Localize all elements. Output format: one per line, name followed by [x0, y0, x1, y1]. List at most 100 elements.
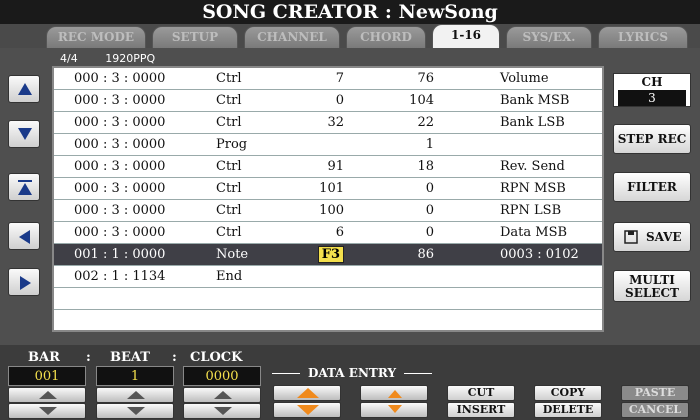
time-signature: 4/4	[60, 52, 78, 65]
event-data1: 101	[319, 181, 344, 196]
data-entry-large-up-button[interactable]	[273, 385, 341, 401]
save-button[interactable]: SAVE	[613, 222, 691, 252]
event-name: Data MSB	[500, 225, 568, 240]
paste-button[interactable]: PASTE	[621, 385, 689, 401]
tab-sys-ex[interactable]: SYS/EX.	[506, 26, 592, 48]
event-name: Bank MSB	[500, 93, 570, 108]
triangle-up-icon	[297, 388, 319, 398]
event-data1: 32	[327, 115, 344, 130]
event-name: Bank LSB	[500, 115, 565, 130]
event-time: 000 : 3 : 0000	[74, 181, 166, 196]
event-type: Ctrl	[216, 181, 242, 196]
triangle-up-icon	[18, 83, 32, 95]
event-data2: 86	[417, 247, 434, 262]
floppy-disk-icon	[624, 230, 638, 244]
event-data1: 0	[335, 93, 344, 108]
triangle-up-icon	[214, 391, 232, 399]
triangle-down-icon	[39, 407, 57, 415]
scroll-up-button[interactable]	[8, 75, 40, 103]
event-data2: 18	[417, 159, 434, 174]
event-type: Note	[216, 247, 249, 262]
triangle-down-icon	[388, 405, 402, 413]
event-row[interactable]: 002 : 1 : 1134 End	[54, 266, 602, 288]
tab-chord[interactable]: CHORD	[346, 26, 426, 48]
event-time: 000 : 3 : 0000	[74, 115, 166, 130]
tab-1-16[interactable]: 1-16	[432, 24, 500, 48]
clock-up-button[interactable]	[183, 387, 261, 403]
event-row[interactable]: 000 : 3 : 0000 Ctrl 32 22 Bank LSB	[54, 112, 602, 134]
event-data2: 0	[425, 181, 434, 196]
event-list[interactable]: 000 : 3 : 0000 Ctrl 7 76 Volume 000 : 3 …	[52, 66, 604, 332]
event-row[interactable]: 000 : 3 : 0000 Ctrl 100 0 RPN LSB	[54, 200, 602, 222]
bar-value[interactable]: 001	[8, 366, 86, 386]
event-time: 000 : 3 : 0000	[74, 93, 166, 108]
tab-rec-mode[interactable]: REC MODE	[46, 26, 146, 48]
event-data1: 100	[319, 203, 344, 218]
multi-select-button[interactable]: MULTI SELECT	[613, 270, 691, 302]
bar-up-button[interactable]	[8, 387, 86, 403]
event-row[interactable]: 000 : 3 : 0000 Ctrl 0 104 Bank MSB	[54, 90, 602, 112]
clock-label: CLOCK	[190, 350, 243, 365]
event-name: Volume	[500, 71, 549, 86]
event-row[interactable]: 000 : 3 : 0000 Ctrl 6 0 Data MSB	[54, 222, 602, 244]
copy-button[interactable]: COPY	[534, 385, 602, 401]
event-type: Ctrl	[216, 93, 242, 108]
cancel-button[interactable]: CANCEL	[621, 402, 689, 418]
separator: :	[86, 350, 91, 365]
event-data2: 0	[425, 225, 434, 240]
data-entry-small-down-button[interactable]	[360, 402, 428, 418]
cut-button[interactable]: CUT	[447, 385, 515, 401]
channel-value[interactable]: 3	[618, 90, 686, 106]
event-type: Prog	[216, 137, 248, 152]
info-row: 4/4 1920PPQ	[60, 52, 179, 65]
event-row[interactable]: 000 : 3 : 0000 Ctrl 101 0 RPN MSB	[54, 178, 602, 200]
triangle-left-icon	[19, 230, 30, 244]
filter-button[interactable]: FILTER	[613, 172, 691, 202]
channel-selector[interactable]: CH 3	[613, 73, 691, 107]
triangle-down-icon	[18, 128, 32, 140]
data-entry-small-up-button[interactable]	[360, 385, 428, 401]
triangle-down-icon	[214, 407, 232, 415]
channel-label: CH	[641, 75, 663, 89]
event-name: RPN MSB	[500, 181, 566, 196]
event-row-selected[interactable]: 001 : 1 : 0000 Note F3 86 0003 : 0102	[54, 244, 602, 266]
selected-value-highlight[interactable]: F3	[317, 246, 344, 263]
previous-button[interactable]	[8, 222, 40, 250]
step-rec-button[interactable]: STEP REC	[613, 124, 691, 154]
data-entry-large-down-button[interactable]	[273, 402, 341, 418]
bar-down-button[interactable]	[8, 403, 86, 419]
event-row[interactable]: 000 : 3 : 0000 Prog 1	[54, 134, 602, 156]
event-time: 000 : 3 : 0000	[74, 225, 166, 240]
event-type: Ctrl	[216, 115, 242, 130]
triangle-down-icon	[297, 405, 319, 415]
next-button[interactable]	[8, 268, 40, 296]
event-row-empty	[54, 288, 602, 310]
event-name: 0003 : 0102	[500, 247, 579, 262]
scroll-down-button[interactable]	[8, 120, 40, 148]
delete-button[interactable]: DELETE	[534, 402, 602, 418]
event-row[interactable]: 000 : 3 : 0000 Ctrl 91 18 Rev. Send	[54, 156, 602, 178]
tab-setup[interactable]: SETUP	[152, 26, 238, 48]
triangle-up-icon	[388, 390, 402, 398]
event-data1[interactable]: F3	[274, 244, 344, 265]
event-time: 000 : 3 : 0000	[74, 159, 166, 174]
jump-top-button[interactable]	[8, 173, 40, 201]
event-type: Ctrl	[216, 203, 242, 218]
beat-label: BEAT	[110, 350, 150, 365]
clock-down-button[interactable]	[183, 403, 261, 419]
beat-up-button[interactable]	[96, 387, 174, 403]
separator: :	[172, 350, 177, 365]
beat-value[interactable]: 1	[96, 366, 174, 386]
insert-button[interactable]: INSERT	[447, 402, 515, 418]
event-type: Ctrl	[216, 71, 242, 86]
tab-channel[interactable]: CHANNEL	[244, 26, 340, 48]
event-row[interactable]: 000 : 3 : 0000 Ctrl 7 76 Volume	[54, 68, 602, 90]
beat-down-button[interactable]	[96, 403, 174, 419]
tab-lyrics[interactable]: LYRICS	[598, 26, 688, 48]
event-data2: 0	[425, 203, 434, 218]
event-type: Ctrl	[216, 159, 242, 174]
triangle-up-icon	[127, 391, 145, 399]
triangle-right-icon	[20, 276, 31, 290]
event-name: Rev. Send	[500, 159, 565, 174]
clock-value[interactable]: 0000	[183, 366, 261, 386]
